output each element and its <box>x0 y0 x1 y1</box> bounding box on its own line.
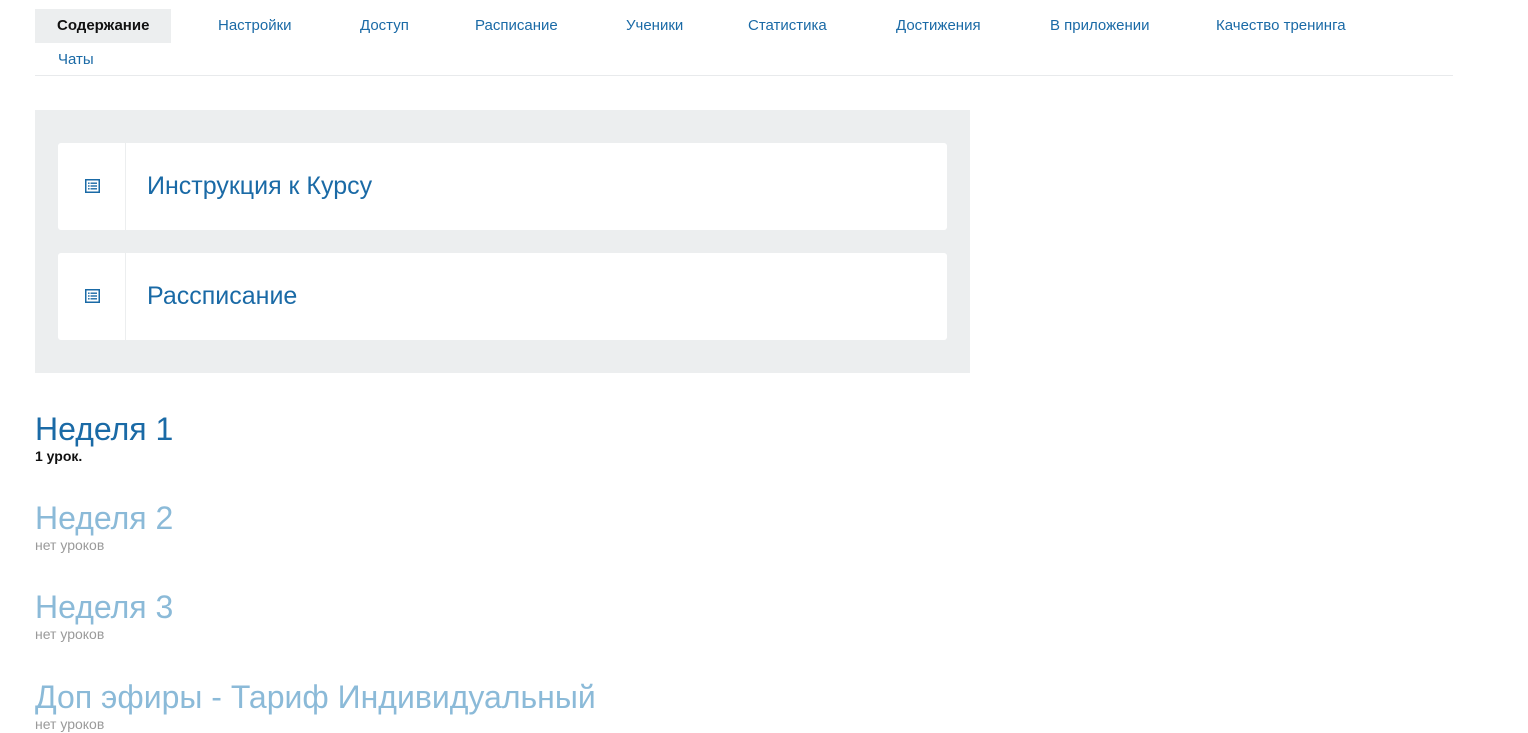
tab-statistics[interactable]: Статистика <box>748 9 827 43</box>
lesson-card-schedule[interactable]: Рассписание <box>58 253 947 340</box>
tab-in-app[interactable]: В приложении <box>1050 9 1150 43</box>
lesson-title[interactable]: Рассписание <box>147 253 297 340</box>
tab-chats[interactable]: Чаты <box>58 43 94 77</box>
lesson-icon-cell <box>58 253 126 340</box>
tab-bar: Содержание Настройки Доступ Расписание У… <box>35 9 1453 76</box>
tab-schedule[interactable]: Расписание <box>475 9 558 43</box>
lesson-card-instruction[interactable]: Инструкция к Курсу <box>58 143 947 230</box>
section-title[interactable]: Неделя 1 <box>35 411 173 447</box>
tab-settings[interactable]: Настройки <box>218 9 292 43</box>
tab-students[interactable]: Ученики <box>626 9 683 43</box>
section-lesson-count: нет уроков <box>35 716 105 732</box>
section-week-3: Неделя 3 нет уроков <box>35 589 173 643</box>
section-week-2: Неделя 2 нет уроков <box>35 500 173 554</box>
lesson-icon-cell <box>58 143 126 230</box>
tab-training-quality[interactable]: Качество тренинга <box>1216 9 1346 43</box>
section-title[interactable]: Неделя 2 <box>35 500 173 536</box>
list-icon <box>85 289 100 303</box>
section-title[interactable]: Доп эфиры - Тариф Индивидуальный <box>35 679 596 715</box>
tab-achievements[interactable]: Достижения <box>896 9 981 43</box>
section-extra-streams: Доп эфиры - Тариф Индивидуальный нет уро… <box>35 679 596 733</box>
section-title[interactable]: Неделя 3 <box>35 589 173 625</box>
pinned-lessons-panel: Инструкция к Курсу Рассписание <box>35 110 970 373</box>
tab-access[interactable]: Доступ <box>360 9 409 43</box>
section-week-1: Неделя 1 1 урок. <box>35 411 173 465</box>
section-lesson-count: нет уроков <box>35 537 105 553</box>
section-lesson-count: 1 урок. <box>35 448 83 464</box>
lesson-title[interactable]: Инструкция к Курсу <box>147 143 372 230</box>
tab-content[interactable]: Содержание <box>35 9 172 43</box>
section-lesson-count: нет уроков <box>35 626 105 642</box>
list-icon <box>85 179 100 193</box>
